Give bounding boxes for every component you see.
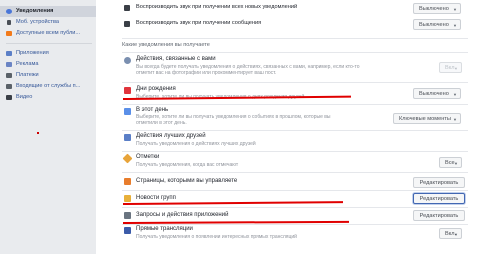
speaker-icon	[124, 21, 130, 27]
notifications-settings-panel: Воспроизводить звук при получении всех н…	[96, 0, 480, 254]
divider	[122, 52, 468, 53]
sidebar-item-video[interactable]: Видео	[0, 92, 96, 103]
friends-icon	[124, 134, 131, 141]
settings-sidebar: Уведомления Моб. устройства Доступные вс…	[0, 0, 96, 254]
groups-edit-button[interactable]: Редактировать	[413, 193, 465, 204]
sound-row-all: Воспроизводить звук при получении всех н…	[96, 2, 480, 15]
video-icon	[6, 95, 12, 100]
sound-messages-dropdown[interactable]: Выключено ▼	[413, 19, 461, 30]
sidebar-item-payments[interactable]: Платежи	[0, 70, 96, 81]
apps-icon	[124, 212, 131, 219]
birthdays-dropdown[interactable]: Выключено ▼	[413, 88, 461, 99]
tags-dropdown[interactable]: Все ▼	[439, 157, 462, 168]
apps-edit-button[interactable]: Редактировать	[413, 210, 465, 221]
caret-down-icon: ▼	[453, 7, 457, 12]
row-tags: Отметки Получать уведомления, когда вас …	[96, 153, 480, 171]
row-birthdays: Дни рождения Выберите, хотите ли вы полу…	[96, 85, 480, 103]
stray-red-mark	[37, 132, 39, 134]
row-on-this-day: В этот день Выберите, хотите ли вы получ…	[96, 106, 480, 129]
caret-down-icon: ▼	[454, 66, 458, 71]
sidebar-item-public-posts[interactable]: Доступные всем публи...	[0, 28, 96, 39]
sidebar-item-notifications[interactable]: Уведомления	[0, 6, 96, 17]
live-videos-dropdown[interactable]: Вкл. ▼	[439, 228, 462, 239]
row-close-friends: Действия лучших друзей Получать уведомле…	[96, 132, 480, 150]
sidebar-divider	[6, 43, 92, 44]
flag-icon	[124, 178, 131, 185]
divider	[122, 82, 468, 83]
globe-icon	[6, 9, 12, 14]
caret-down-icon: ▼	[453, 117, 457, 122]
gift-icon	[124, 87, 131, 94]
divider	[122, 151, 468, 152]
groups-icon	[124, 195, 131, 202]
phone-icon	[7, 20, 11, 25]
sound-row-messages: Воспроизводить звук при получении сообще…	[96, 18, 480, 31]
pages-edit-button[interactable]: Редактировать	[413, 177, 465, 188]
row-live-videos: Прямые трансляции Получать уведомления о…	[96, 225, 480, 245]
sound-all-dropdown[interactable]: Выключено ▼	[413, 3, 461, 14]
caret-down-icon: ▼	[453, 23, 457, 28]
sidebar-item-mobile[interactable]: Моб. устройства	[0, 17, 96, 28]
divider	[122, 38, 468, 39]
calendar-icon	[124, 108, 131, 115]
on-this-day-dropdown[interactable]: Ключевые моменты ▼	[393, 113, 461, 124]
divider	[122, 104, 468, 105]
person-icon	[124, 57, 131, 64]
rss-icon	[6, 31, 12, 36]
section-title: Какие уведомления вы получаете	[122, 42, 210, 48]
divider	[122, 130, 468, 131]
apps-icon	[6, 51, 12, 56]
caret-down-icon: ▼	[454, 232, 458, 237]
caret-down-icon: ▼	[453, 92, 457, 97]
divider	[122, 172, 468, 173]
actions-about-you-dropdown[interactable]: Вкл. ▼	[439, 62, 462, 73]
row-actions-about-you: Действия, связанные с вами Вы всегда буд…	[96, 55, 480, 81]
inbox-icon	[6, 84, 12, 89]
live-icon	[124, 227, 131, 234]
sidebar-item-ads[interactable]: Реклама	[0, 59, 96, 70]
sidebar-item-apps[interactable]: Приложения	[0, 48, 96, 59]
ads-icon	[6, 62, 12, 67]
tag-icon	[122, 153, 133, 164]
caret-down-icon: ▼	[454, 161, 458, 166]
row-pages-you-manage: Страницы, которыми вы управляете Редакти…	[96, 174, 480, 189]
sidebar-item-support-inbox[interactable]: Входящие от службы п...	[0, 81, 96, 92]
speaker-icon	[124, 5, 130, 11]
payments-icon	[6, 73, 12, 78]
